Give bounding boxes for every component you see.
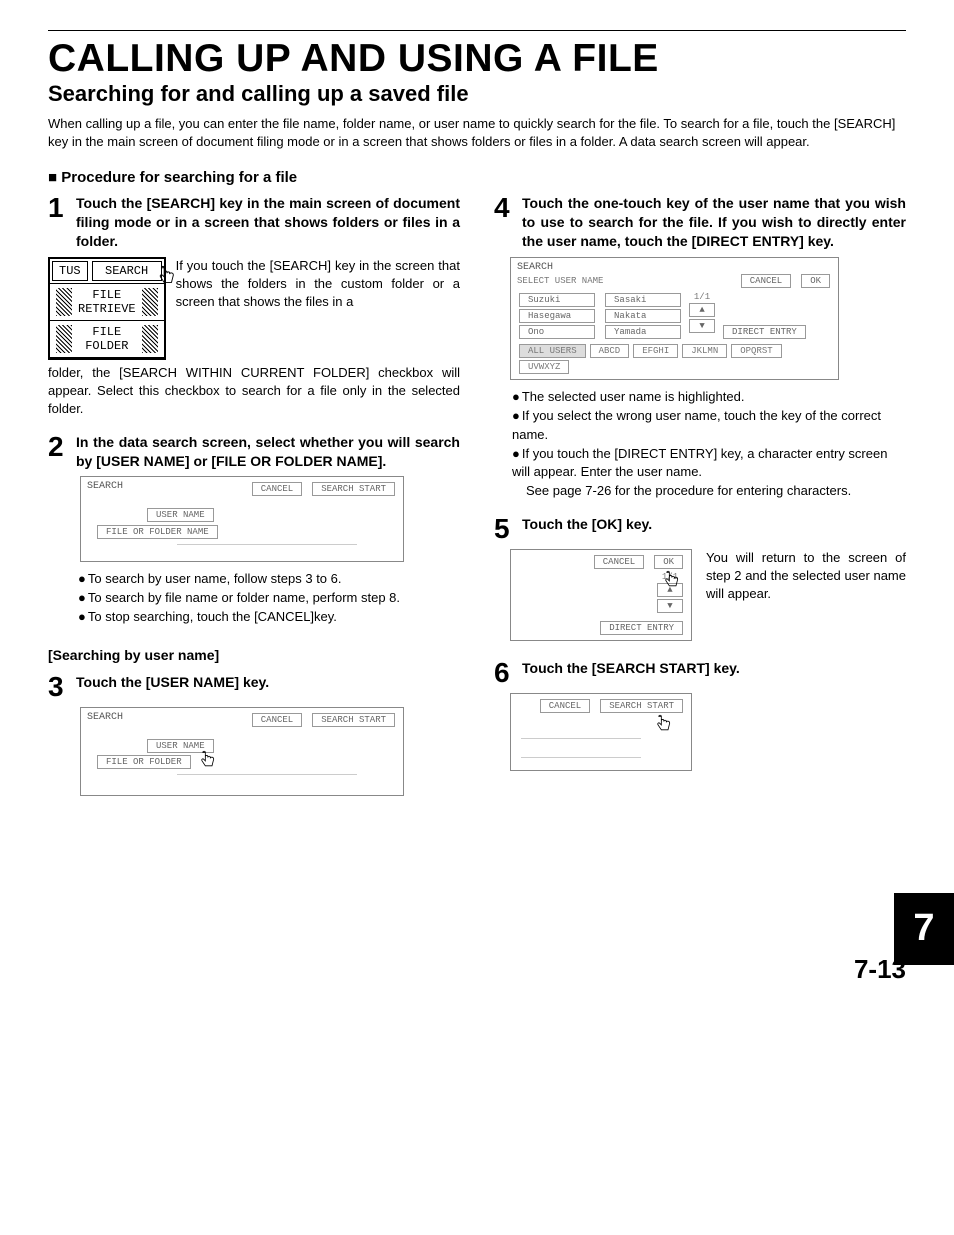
file-retrieve-row[interactable]: FILE RETRIEVE: [78, 288, 136, 316]
user-key[interactable]: Sasaki: [605, 293, 681, 307]
step2-panel: SEARCH CANCEL SEARCH START USER NAME FIL…: [80, 476, 404, 562]
tab-tus[interactable]: TUS: [52, 261, 88, 281]
alpha-tab[interactable]: EFGHI: [633, 344, 678, 358]
step-number: 1: [48, 194, 70, 251]
step4-panel: SEARCH SELECT USER NAME CANCEL OK Suzuki…: [510, 257, 839, 380]
step2-bullet: To search by file name or folder name, p…: [78, 589, 460, 608]
user-key[interactable]: Nakata: [605, 309, 681, 323]
step3-panel: SEARCH CANCEL SEARCH START USER NAME FIL…: [80, 707, 404, 796]
procedure-heading: Procedure for searching for a file: [48, 169, 906, 186]
step2-bullet: To stop searching, touch the [CANCEL]key…: [78, 608, 460, 627]
cancel-button[interactable]: CANCEL: [252, 482, 302, 496]
file-or-folder-button[interactable]: FILE OR FOLDER NAME: [97, 525, 218, 539]
user-name-button[interactable]: USER NAME: [147, 508, 214, 522]
cancel-button[interactable]: CANCEL: [594, 555, 644, 569]
ok-button[interactable]: OK: [801, 274, 830, 288]
step4-bullet: If you touch the [DIRECT ENTRY] key, a c…: [512, 445, 906, 483]
step1-body-cont: folder, the [SEARCH WITHIN CURRENT FOLDE…: [48, 364, 460, 419]
step4-heading: Touch the one-touch key of the user name…: [522, 194, 906, 251]
step-number: 6: [494, 659, 516, 687]
direct-entry-button[interactable]: DIRECT ENTRY: [723, 325, 806, 339]
step5-panel: CANCEL OK 1/1 ▲ ▼ DIREC: [510, 549, 692, 641]
step-number: 5: [494, 515, 516, 543]
touch-hand-icon: [653, 714, 673, 734]
step6-panel: CANCEL SEARCH START: [510, 693, 692, 771]
intro-text: When calling up a file, you can enter th…: [48, 115, 906, 151]
step4-subnote: See page 7-26 for the procedure for ente…: [526, 482, 906, 501]
step6-heading: Touch the [SEARCH START] key.: [522, 659, 740, 687]
section-title: Searching for and calling up a saved fil…: [48, 81, 906, 107]
alpha-tab[interactable]: OPQRST: [731, 344, 781, 358]
search-start-button[interactable]: SEARCH START: [600, 699, 683, 713]
alpha-tab[interactable]: ABCD: [590, 344, 630, 358]
step-number: 3: [48, 673, 70, 701]
step1-body-right: If you touch the [SEARCH] key in the scr…: [176, 257, 460, 360]
step1-heading: Touch the [SEARCH] key in the main scree…: [76, 194, 460, 251]
scroll-down-button[interactable]: ▼: [689, 319, 715, 333]
file-or-folder-button[interactable]: FILE OR FOLDER: [97, 755, 191, 769]
touch-hand-icon: [197, 750, 217, 770]
user-key[interactable]: Suzuki: [519, 293, 595, 307]
step-number: 4: [494, 194, 516, 251]
search-start-button[interactable]: SEARCH START: [312, 713, 395, 727]
touch-hand-icon: [155, 265, 177, 287]
user-key[interactable]: Yamada: [605, 325, 681, 339]
ok-button[interactable]: OK: [654, 555, 683, 569]
alpha-tab[interactable]: JKLMN: [682, 344, 727, 358]
step5-body: You will return to the screen of step 2 …: [706, 549, 906, 641]
step3-heading: Touch the [USER NAME] key.: [76, 673, 269, 701]
tab-search[interactable]: SEARCH: [92, 261, 162, 281]
touch-hand-icon: [661, 570, 681, 590]
step-number: 2: [48, 433, 70, 471]
step4-bullet: The selected user name is highlighted.: [512, 388, 906, 407]
step2-bullet: To search by user name, follow steps 3 t…: [78, 570, 460, 589]
direct-entry-button[interactable]: DIRECT ENTRY: [600, 621, 683, 635]
scroll-up-button[interactable]: ▲: [689, 303, 715, 317]
search-start-button[interactable]: SEARCH START: [312, 482, 395, 496]
step1-figure: TUS SEARCH FILE RETRIEVE FILE FOLDER: [48, 257, 166, 360]
chapter-tab: 7: [894, 893, 954, 965]
cancel-button[interactable]: CANCEL: [252, 713, 302, 727]
page-title: CALLING UP AND USING A FILE: [48, 37, 906, 81]
page-number: 7-13: [48, 954, 906, 985]
step5-heading: Touch the [OK] key.: [522, 515, 652, 543]
user-key[interactable]: Ono: [519, 325, 595, 339]
step4-bullet: If you select the wrong user name, touch…: [512, 407, 906, 445]
step2-heading: In the data search screen, select whethe…: [76, 433, 460, 471]
search-by-user-heading: [Searching by user name]: [48, 647, 460, 663]
user-key[interactable]: Hasegawa: [519, 309, 595, 323]
cancel-button[interactable]: CANCEL: [540, 699, 590, 713]
file-folder-row[interactable]: FILE FOLDER: [78, 325, 136, 353]
alpha-tab[interactable]: UVWXYZ: [519, 360, 569, 374]
scroll-down-button[interactable]: ▼: [657, 599, 683, 613]
cancel-button[interactable]: CANCEL: [741, 274, 791, 288]
alpha-tab[interactable]: ALL USERS: [519, 344, 586, 358]
